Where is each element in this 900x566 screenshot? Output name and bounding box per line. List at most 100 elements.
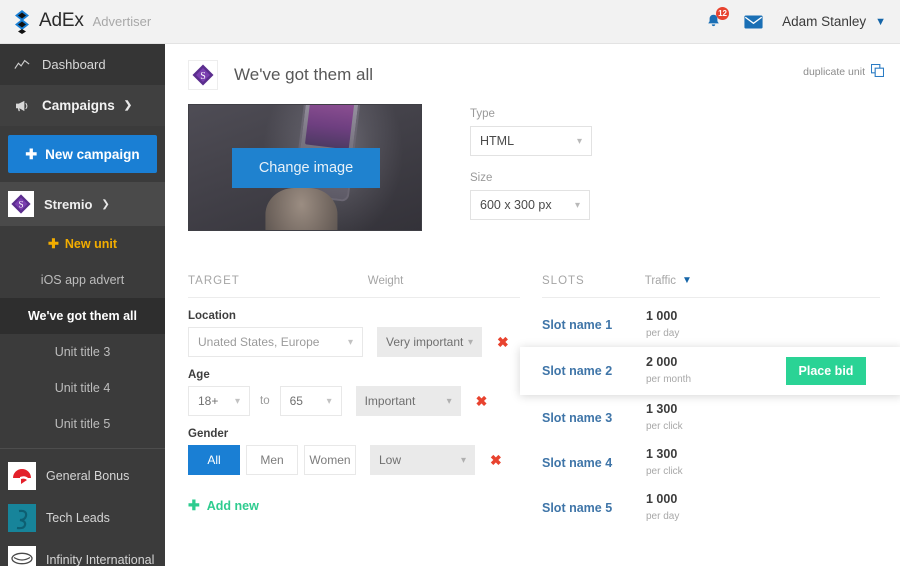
duplicate-unit-button[interactable]: duplicate unit (803, 64, 884, 80)
spacer (470, 156, 592, 172)
gender-option-all[interactable]: All (188, 445, 240, 475)
target-column: TARGET Weight Location Unated States, Eu… (165, 275, 520, 530)
slot-row[interactable]: Slot name 5 1 000 per day (542, 485, 880, 530)
top-bar-actions: 12 Adam Stanley ▼ (700, 9, 900, 35)
svg-text:S: S (18, 200, 23, 210)
gender-weight-select[interactable]: Low ▾ (370, 445, 475, 475)
notifications-button[interactable]: 12 (700, 9, 726, 35)
plus-icon: ✚ (48, 236, 59, 252)
sidebar-item-brand-general-bonus[interactable]: General Bonus (0, 455, 165, 497)
location-value: Unated States, Europe (198, 335, 319, 349)
change-image-button[interactable]: Change image (232, 148, 380, 188)
slots-heading: SLOTS (542, 275, 585, 287)
type-value: HTML (480, 134, 514, 148)
chevron-down-icon: ▾ (319, 396, 332, 407)
general-bonus-logo-icon (8, 462, 36, 490)
chevron-down-icon: ▾ (340, 337, 353, 348)
gender-segmented-control: All Men Women (188, 445, 362, 475)
sidebar-item-dashboard[interactable]: Dashboard (0, 44, 165, 85)
age-to-label: to (260, 395, 270, 407)
envelope-icon (744, 15, 763, 29)
app-window: AdEx Advertiser 12 Adam Stanley ▼ (0, 0, 900, 566)
slots-column: SLOTS Traffic ▼ Slot name 1 1 000 per da… (520, 275, 880, 530)
sidebar-item-unit-3[interactable]: Unit title 4 (0, 370, 165, 406)
slot-name[interactable]: Slot name 3 (542, 411, 646, 425)
sidebar-item-label: Campaigns (42, 98, 115, 113)
brand[interactable]: AdEx Advertiser (0, 10, 151, 34)
add-new-target-button[interactable]: ✚ Add new (188, 475, 520, 514)
slot-name[interactable]: Slot name 4 (542, 456, 646, 470)
sidebar-item-brand-infinity-international[interactable]: Infinity International (0, 539, 165, 566)
slot-row[interactable]: Slot name 3 1 300 per click (542, 395, 880, 440)
sidebar-item-campaigns[interactable]: Campaigns ❯ (0, 85, 165, 126)
type-label: Type (470, 108, 592, 120)
remove-x-icon[interactable]: ✖ (497, 334, 509, 351)
new-campaign-button[interactable]: ✚ New campaign (8, 135, 157, 173)
size-select[interactable]: 600 x 300 px ▾ (470, 190, 590, 220)
age-from-select[interactable]: 18+ ▾ (188, 386, 250, 416)
age-weight-select[interactable]: Important ▾ (356, 386, 461, 416)
chevron-down-icon: ▾ (575, 200, 580, 211)
notification-badge: 12 (716, 7, 729, 20)
slot-name[interactable]: Slot name 5 (542, 501, 646, 515)
columns: TARGET Weight Location Unated States, Eu… (165, 231, 900, 530)
brand-subtitle: Advertiser (93, 14, 152, 29)
location-select[interactable]: Unated States, Europe ▾ (188, 327, 363, 357)
caret-down-icon[interactable]: ▼ (875, 16, 886, 28)
new-unit-button[interactable]: ✚ New unit (0, 226, 165, 262)
slot-traffic-unit: per month (646, 374, 691, 385)
chart-line-icon (14, 59, 34, 71)
unit-label: Unit title 3 (55, 345, 111, 359)
sidebar: Dashboard Campaigns ❯ ✚ New campaign (0, 44, 165, 566)
gender-option-men[interactable]: Men (246, 445, 298, 475)
slot-name[interactable]: Slot name 1 (542, 318, 646, 332)
size-value: 600 x 300 px (480, 198, 552, 212)
sidebar-item-unit-2[interactable]: Unit title 3 (0, 334, 165, 370)
remove-x-icon[interactable]: ✖ (490, 452, 502, 469)
creative-thumbnail[interactable]: Change image (188, 104, 422, 231)
plus-icon: ✚ (25, 146, 37, 163)
slot-row[interactable]: Slot name 1 1 000 per day (542, 302, 880, 347)
weight-heading: Weight (368, 275, 404, 287)
gender-option-women[interactable]: Women (304, 445, 356, 475)
target-row-gender: Gender All Men Women Low ▾ ✖ (188, 416, 520, 475)
brand-name: AdEx (39, 10, 84, 32)
main-content: S We've got them all duplicate unit (165, 44, 900, 566)
age-to-select[interactable]: 65 ▾ (280, 386, 342, 416)
slot-traffic-value: 1 300 (646, 447, 677, 461)
caret-down-icon[interactable]: ▼ (682, 275, 693, 287)
new-unit-label: New unit (65, 237, 117, 251)
sidebar-item-account-stremio[interactable]: S Stremio ❯ (0, 182, 165, 226)
unit-label: We've got them all (28, 309, 137, 323)
weight-value: Important (365, 394, 416, 408)
field-label: Location (188, 310, 520, 322)
adex-diamond-logo-icon (12, 10, 32, 34)
type-select[interactable]: HTML ▾ (470, 126, 592, 156)
phone-screen-graphic (305, 104, 354, 150)
sidebar-item-unit-4[interactable]: Unit title 5 (0, 406, 165, 442)
sidebar-item-unit-0[interactable]: iOS app advert (0, 262, 165, 298)
unit-header: S We've got them all duplicate unit (165, 44, 900, 90)
account-name: Stremio (44, 197, 92, 212)
remove-x-icon[interactable]: ✖ (476, 393, 488, 410)
slot-name[interactable]: Slot name 2 (542, 364, 646, 378)
place-bid-button[interactable]: Place bid (786, 357, 866, 385)
slot-row[interactable]: Slot name 2 2 000 per month Place bid (520, 347, 900, 395)
brand-label: General Bonus (46, 469, 129, 483)
slot-row[interactable]: Slot name 4 1 300 per click (542, 440, 880, 485)
chevron-down-icon: ▾ (468, 337, 473, 348)
target-column-header: TARGET Weight (188, 275, 520, 298)
traffic-heading: Traffic (645, 275, 676, 287)
sidebar-item-unit-1[interactable]: We've got them all (0, 298, 165, 334)
messages-button[interactable] (740, 9, 766, 35)
slot-traffic-value: 2 000 (646, 355, 677, 369)
sidebar-item-brand-tech-leads[interactable]: Tech Leads (0, 497, 165, 539)
svg-text:S: S (200, 71, 206, 82)
brand-label: Tech Leads (46, 511, 110, 525)
location-weight-select[interactable]: Very important ▾ (377, 327, 482, 357)
unit-label: Unit title 4 (55, 381, 111, 395)
unit-label: iOS app advert (41, 273, 124, 287)
user-name[interactable]: Adam Stanley (782, 14, 866, 29)
age-from-value: 18+ (198, 394, 218, 408)
sidebar-divider (0, 448, 165, 449)
